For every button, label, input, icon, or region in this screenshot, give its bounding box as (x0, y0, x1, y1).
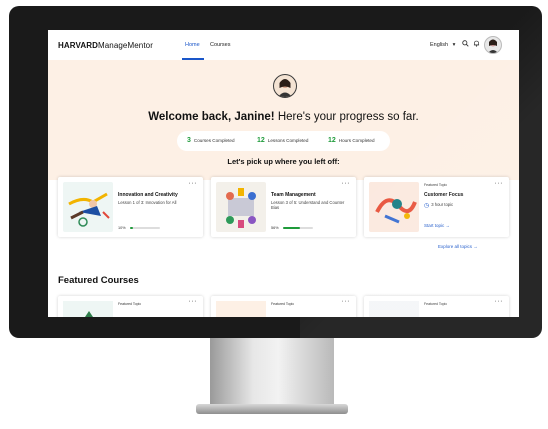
course-lesson: Lesson 1 of 3: Innovation for All (118, 200, 177, 205)
card-menu-button[interactable]: ··· (495, 298, 504, 305)
explore-all-topics-link[interactable]: Explore all topics → (438, 244, 478, 249)
start-topic-link[interactable]: Start topic → (424, 223, 450, 228)
progress-bar (283, 227, 313, 229)
nav-courses-link[interactable]: Courses (210, 42, 230, 48)
welcome-name: Welcome back, Janine! (148, 111, 275, 123)
welcome-subtext: Here's your progress so far. (277, 111, 419, 123)
topic-card-customer-focus[interactable]: ··· Featured Topic Customer Focus ◷ 3 hou… (364, 177, 509, 237)
progress-fill (283, 227, 300, 229)
stat-courses: 3 Courses Completed (187, 137, 235, 144)
progress-percent: 56% (271, 226, 279, 230)
chevron-down-icon: ▾ (452, 42, 456, 48)
card-menu-button[interactable]: ··· (189, 298, 198, 305)
featured-course-illustration (216, 301, 266, 317)
progress-percent: 10% (118, 226, 126, 230)
stat-courses-number: 3 (187, 137, 191, 144)
featured-topic-badge: Featured Topic (271, 302, 295, 306)
course-lesson: Lesson 3 of 5: Understand and Counter Bi… (271, 200, 345, 211)
featured-course-card[interactable]: Featured Topic ··· (211, 296, 356, 317)
progress-stats: 3 Courses Completed 12 Lessons Completed 1… (177, 131, 390, 151)
user-avatar-large (273, 74, 297, 98)
stat-hours-number: 12 (328, 137, 336, 144)
stat-hours-label: Hours Completed (338, 138, 375, 143)
progress-bar (130, 227, 160, 229)
course-card-team-management[interactable]: ··· Team Management Lesson 3 of 5: Under… (211, 177, 356, 237)
stat-lessons-number: 12 (257, 137, 265, 144)
course-title: Team Management (271, 192, 316, 198)
card-menu-button[interactable]: ··· (342, 180, 351, 187)
monitor-stand-base (196, 404, 348, 414)
card-menu-button[interactable]: ··· (189, 180, 198, 187)
language-selector[interactable]: English ▾ (430, 42, 455, 48)
topic-title: Customer Focus (424, 192, 464, 198)
logo-bold-text: HARVARD (58, 41, 98, 50)
topic-duration-label: 3 hour topic (431, 202, 454, 207)
nav-home-link[interactable]: Home (185, 42, 200, 48)
stat-lessons-label: Lessons Completed (267, 138, 309, 143)
topic-illustration (369, 182, 419, 232)
course-title: Innovation and Creativity (118, 192, 178, 198)
stat-courses-label: Courses Completed (193, 138, 235, 143)
topic-duration: ◷ 3 hour topic (424, 202, 453, 209)
top-nav-bar: HARVARDManageMentor Home Courses English… (48, 30, 519, 61)
card-menu-button[interactable]: ··· (495, 180, 504, 187)
search-icon[interactable] (462, 40, 469, 49)
featured-topic-badge: Featured Topic (424, 183, 448, 187)
featured-course-illustration (63, 301, 113, 317)
featured-course-illustration (369, 301, 419, 317)
language-label: English (430, 42, 449, 48)
featured-course-card[interactable]: Featured Topic ··· (58, 296, 203, 317)
bell-icon[interactable] (473, 40, 480, 49)
monitor-stand-neck (210, 338, 334, 406)
course-illustration (216, 182, 266, 232)
featured-topic-badge: Featured Topic (424, 302, 448, 306)
course-illustration (63, 182, 113, 232)
harvard-managementor-logo[interactable]: HARVARDManageMentor (58, 41, 153, 50)
featured-course-card[interactable]: Featured Topic ··· (364, 296, 509, 317)
featured-topic-badge: Featured Topic (118, 302, 142, 306)
welcome-heading: Welcome back, Janine! Here's your progre… (48, 111, 519, 123)
stat-lessons: 12 Lessons Completed (257, 137, 308, 144)
logo-light-text: ManageMentor (97, 41, 153, 50)
user-avatar[interactable] (484, 36, 502, 54)
continue-heading: Let's pick up where you left off: (227, 157, 340, 166)
progress-fill (130, 227, 133, 229)
featured-courses-heading: Featured Courses (58, 275, 139, 286)
course-card-innovation[interactable]: ··· Innovation and Creativity Lesson 1 o… (58, 177, 203, 237)
screen: HARVARDManageMentor Home Courses English… (48, 30, 519, 317)
clock-icon: ◷ (424, 203, 430, 209)
card-menu-button[interactable]: ··· (342, 298, 351, 305)
stat-hours: 12 Hours Completed (328, 137, 375, 144)
